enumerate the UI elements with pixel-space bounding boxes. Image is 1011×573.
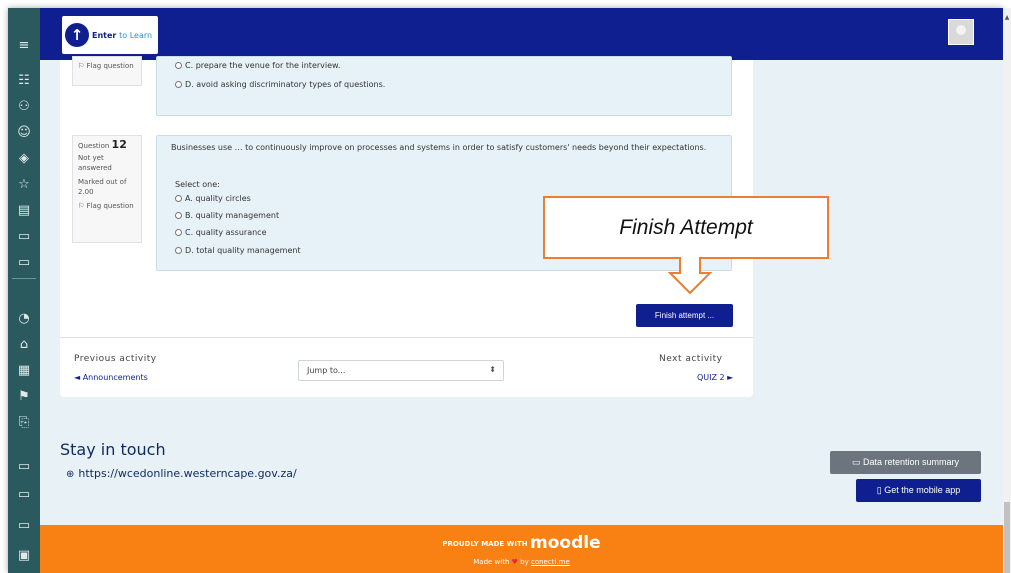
page-scrollbar[interactable]: ▲: [1003, 8, 1011, 573]
flag-icon: ⚐: [78, 202, 87, 210]
folder-icon[interactable]: ▭: [8, 513, 40, 539]
moodle-credit[interactable]: PROUDLY MADE WITH moodle: [40, 533, 1003, 553]
avatar-head: [956, 25, 966, 35]
logo-text: Enter to Learn: [92, 30, 153, 40]
mobile-app-button[interactable]: ▯ Get the mobile app: [856, 479, 981, 502]
moodle-logo: moodle: [530, 533, 601, 553]
conectime-link[interactable]: conecti.me: [531, 558, 570, 566]
jump-to-select[interactable]: Jump to... ⬍: [298, 360, 504, 381]
heart-icon: ♥: [511, 558, 518, 566]
radio-button[interactable]: [175, 229, 182, 236]
calendar-icon[interactable]: ▦: [8, 358, 40, 384]
home-icon[interactable]: ⌂: [8, 332, 40, 358]
option-d[interactable]: D. avoid asking discriminatory types of …: [175, 80, 385, 89]
previous-activity-label: Previous activity: [74, 354, 157, 364]
data-retention-button[interactable]: ▭ Data retention summary: [830, 451, 981, 474]
option-d[interactable]: D. total quality management: [175, 246, 301, 255]
book-icon[interactable]: ▤: [8, 198, 40, 224]
website-link[interactable]: ⊕ https://wcedonline.westerncape.gov.za/: [66, 467, 297, 480]
option-c[interactable]: C. prepare the venue for the interview.: [175, 61, 340, 70]
lock-icon[interactable]: ▣: [8, 543, 40, 569]
star-icon[interactable]: ☆: [8, 172, 40, 198]
folder-icon[interactable]: ▭: [8, 454, 40, 480]
flag-icon: ⚐: [78, 62, 87, 70]
section-divider: [60, 337, 753, 338]
select-caret-icon: ⬍: [489, 365, 496, 374]
scroll-up-icon[interactable]: ▲: [1003, 14, 1011, 21]
dashboard-icon[interactable]: ◔: [8, 306, 40, 332]
folder-icon: ▭: [851, 457, 863, 467]
question-content-11: C. prepare the venue for the interview. …: [156, 56, 732, 116]
question-info-12: Question 12 Not yet answered Marked out …: [72, 135, 142, 243]
made-with-credit: Made with ♥ by conecti.me: [473, 558, 570, 566]
flag-question-link[interactable]: ⚐ Flag question: [78, 61, 136, 71]
radio-button[interactable]: [175, 247, 182, 254]
previous-activity-link[interactable]: ◄ Announcements: [74, 373, 148, 382]
finish-attempt-button[interactable]: Finish attempt ...: [636, 304, 733, 327]
next-activity-link[interactable]: QUIZ 2 ►: [697, 373, 733, 382]
folder-icon[interactable]: ▭: [8, 224, 40, 250]
layers-icon[interactable]: ◈: [8, 146, 40, 172]
menu-icon[interactable]: ≡: [8, 33, 40, 59]
top-navbar: ↑ Enter to Learn: [40, 8, 1003, 60]
files-icon[interactable]: ⎘: [8, 410, 40, 436]
radio-button[interactable]: [175, 81, 182, 88]
flag-question-link[interactable]: ⚐ Flag question: [78, 201, 136, 211]
stay-in-touch-heading: Stay in touch: [60, 440, 166, 459]
nav-drawer: ≡ ☷ ⚇ ☺ ◈ ☆ ▤ ▭ ▭ ◔ ⌂ ▦ ⚑ ⎘ ▭ ▭ ▭ ▣: [8, 8, 40, 573]
radio-button[interactable]: [175, 62, 182, 69]
jump-to-value: Jump to...: [307, 366, 346, 375]
folder-icon[interactable]: ▭: [8, 250, 40, 276]
option-b[interactable]: B. quality management: [175, 211, 279, 220]
user-avatar[interactable]: [948, 19, 974, 45]
users-icon[interactable]: ⚇: [8, 94, 40, 120]
sidebar-divider: [12, 278, 36, 279]
callout-arrow-icon: [668, 257, 712, 295]
radio-button[interactable]: [175, 195, 182, 202]
question-status: Not yet answered: [78, 154, 112, 172]
browser-viewport: ≡ ☷ ⚇ ☺ ◈ ☆ ▤ ▭ ▭ ◔ ⌂ ▦ ⚑ ⎘ ▭ ▭ ▭ ▣ ↑ En…: [8, 8, 1003, 573]
radio-button[interactable]: [175, 212, 182, 219]
question-marks: Marked out of 2.00: [78, 178, 127, 196]
graduation-icon[interactable]: ⚑: [8, 384, 40, 410]
scrollbar-thumb[interactable]: [1004, 502, 1010, 573]
page-footer: PROUDLY MADE WITH moodle Made with ♥ by …: [40, 525, 1003, 573]
site-logo[interactable]: ↑ Enter to Learn: [62, 16, 158, 54]
arrow-up-icon: ↑: [65, 23, 89, 47]
user-icon[interactable]: ☺: [8, 120, 40, 146]
question-number: Question 12: [78, 138, 127, 151]
question-info-11: ⚐ Flag question: [72, 56, 142, 86]
select-one-label: Select one:: [175, 180, 220, 189]
option-c[interactable]: C. quality assurance: [175, 228, 267, 237]
list-icon[interactable]: ☷: [8, 68, 40, 94]
option-a[interactable]: A. quality circles: [175, 194, 251, 203]
globe-icon: ⊕: [66, 469, 75, 480]
finish-attempt-callout: Finish Attempt: [543, 196, 829, 259]
folder-icon[interactable]: ▭: [8, 482, 40, 508]
question-text: Businesses use … to continuously improve…: [171, 143, 707, 152]
next-activity-label: Next activity: [659, 354, 723, 364]
